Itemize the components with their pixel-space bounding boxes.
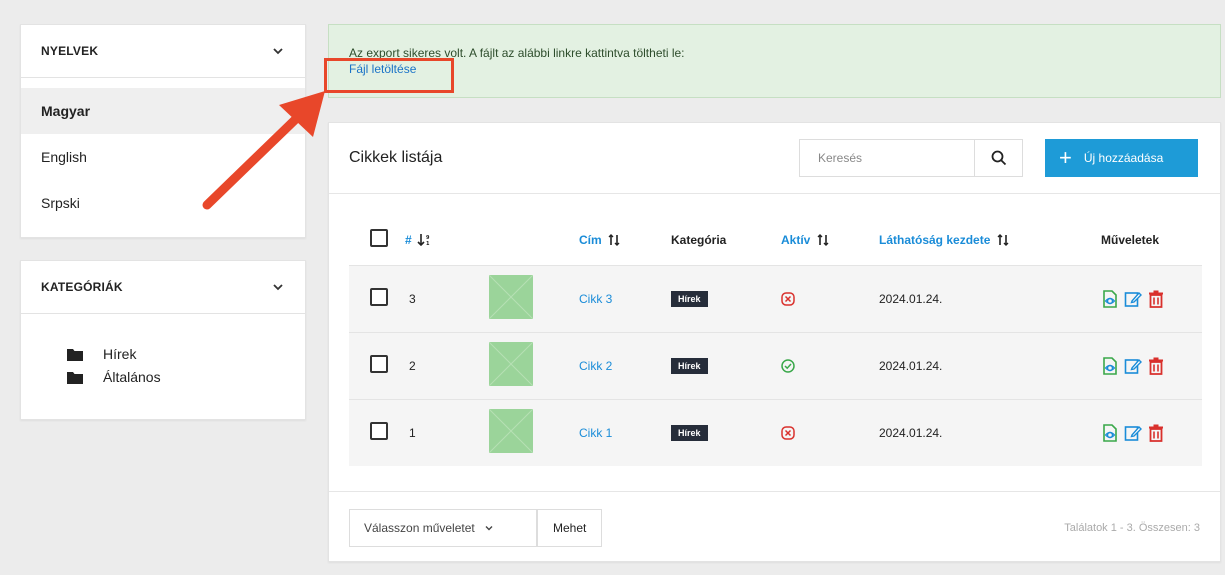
row-checkbox[interactable]: [370, 355, 388, 373]
svg-text:1: 1: [426, 241, 430, 246]
languages-header[interactable]: NYELVEK: [21, 25, 305, 78]
sort-icon: [817, 233, 829, 246]
table-row: 1 Cikk 1 Hírek 2024.01.24.: [349, 399, 1202, 466]
articles-table: # 91 Cím Kategória Aktív Láthatóság kezd…: [349, 215, 1202, 466]
article-title-link[interactable]: Cikk 3: [579, 292, 612, 306]
category-label: Hírek: [103, 346, 137, 362]
column-title[interactable]: Cím: [579, 215, 671, 265]
column-actions: Műveletek: [1101, 232, 1160, 247]
row-id: 3: [409, 291, 416, 306]
preview-icon[interactable]: [1101, 289, 1119, 308]
article-title-link[interactable]: Cikk 1: [579, 426, 612, 440]
row-actions: [1101, 423, 1202, 442]
delete-icon[interactable]: [1147, 424, 1165, 442]
pagination-info: Találatok 1 - 3. Összesen: 3: [1064, 521, 1200, 534]
bulk-action-select[interactable]: Válasszon műveletet: [349, 508, 537, 547]
category-badge: Hírek: [671, 424, 708, 441]
delete-icon[interactable]: [1147, 290, 1165, 308]
column-image: [489, 215, 579, 265]
chevron-down-icon: [484, 510, 534, 546]
table-header: # 91 Cím Kategória Aktív Láthatóság kezd…: [349, 215, 1202, 265]
table-row: 3 Cikk 3 Hírek 2024.01.24.: [349, 265, 1202, 332]
preview-icon[interactable]: [1101, 423, 1119, 442]
table-footer: Válasszon műveletet Mehet Találatok 1 - …: [329, 491, 1220, 563]
category-badge: Hírek: [671, 357, 708, 374]
select-all-checkbox[interactable]: [370, 229, 388, 248]
add-new-button[interactable]: + Új hozzáadása: [1045, 139, 1198, 177]
row-checkbox[interactable]: [370, 422, 388, 441]
page-title: Cikkek listája: [349, 149, 443, 166]
visible-from-date: 2024.01.24.: [879, 291, 943, 306]
edit-icon[interactable]: [1124, 424, 1142, 442]
row-checkbox[interactable]: [370, 288, 388, 306]
column-category: Kategória: [671, 232, 727, 247]
sort-icon: [608, 233, 620, 246]
preview-icon[interactable]: [1101, 356, 1119, 375]
column-visible-from[interactable]: Láthatóság kezdete: [879, 215, 1101, 265]
visible-from-date: 2024.01.24.: [879, 425, 943, 440]
go-button-label: Mehet: [537, 509, 601, 546]
inactive-x-icon[interactable]: [781, 291, 879, 306]
add-new-label: Új hozzáadása: [1083, 151, 1164, 165]
search-box[interactable]: Keresés: [799, 139, 1023, 177]
article-title-link[interactable]: Cikk 2: [579, 359, 612, 373]
delete-icon[interactable]: [1147, 357, 1165, 375]
row-actions: [1101, 356, 1202, 375]
folder-icon: [67, 371, 83, 384]
sort-numeric-icon: 91: [417, 233, 430, 247]
category-tree: Hírek Általános: [21, 314, 305, 387]
annotation-arrow-icon: [202, 91, 325, 210]
category-label: Általános: [103, 369, 161, 385]
articles-header: Cikkek listája Keresés + Új hozzáadása: [329, 123, 1220, 194]
chevron-down-icon[interactable]: [271, 280, 285, 294]
sort-icon: [997, 233, 1009, 246]
bulk-action-value: Válasszon műveletet: [364, 520, 475, 535]
go-button[interactable]: Mehet: [537, 508, 603, 547]
search-icon: [991, 150, 1006, 166]
edit-icon[interactable]: [1124, 357, 1142, 375]
languages-title: NYELVEK: [41, 44, 99, 58]
edit-icon[interactable]: [1124, 290, 1142, 308]
categories-header[interactable]: KATEGÓRIÁK: [21, 261, 305, 314]
column-active[interactable]: Aktív: [781, 215, 879, 265]
thumbnail-image: [489, 342, 533, 386]
category-item-altalanos[interactable]: Általános: [67, 367, 305, 387]
row-id: 1: [409, 425, 416, 440]
category-item-hirek[interactable]: Hírek: [67, 344, 305, 364]
folder-icon: [67, 348, 83, 361]
visible-from-date: 2024.01.24.: [879, 358, 943, 373]
thumbnail-image: [489, 409, 533, 454]
alert-message: Az export sikeres volt. A fájlt az alább…: [349, 46, 685, 60]
category-badge: Hírek: [671, 290, 708, 307]
search-input[interactable]: Keresés: [800, 151, 974, 165]
inactive-x-icon[interactable]: [781, 426, 879, 440]
categories-title: KATEGÓRIÁK: [41, 280, 123, 294]
column-id[interactable]: # 91: [405, 215, 489, 265]
categories-panel: KATEGÓRIÁK Hírek Általános: [20, 260, 306, 420]
active-check-icon[interactable]: [781, 358, 879, 373]
row-actions: [1101, 289, 1202, 308]
thumbnail-image: [489, 275, 533, 319]
chevron-down-icon[interactable]: [271, 44, 285, 58]
export-success-alert: Az export sikeres volt. A fájlt az alább…: [328, 24, 1221, 98]
articles-panel: Cikkek listája Keresés + Új hozzáadása #…: [328, 122, 1221, 562]
row-id: 2: [409, 358, 416, 373]
highlight-box: [324, 58, 454, 93]
search-button[interactable]: [974, 140, 1022, 176]
plus-icon: +: [1059, 145, 1072, 170]
table-row: 2 Cikk 2 Hírek 2024.01.24.: [349, 332, 1202, 399]
